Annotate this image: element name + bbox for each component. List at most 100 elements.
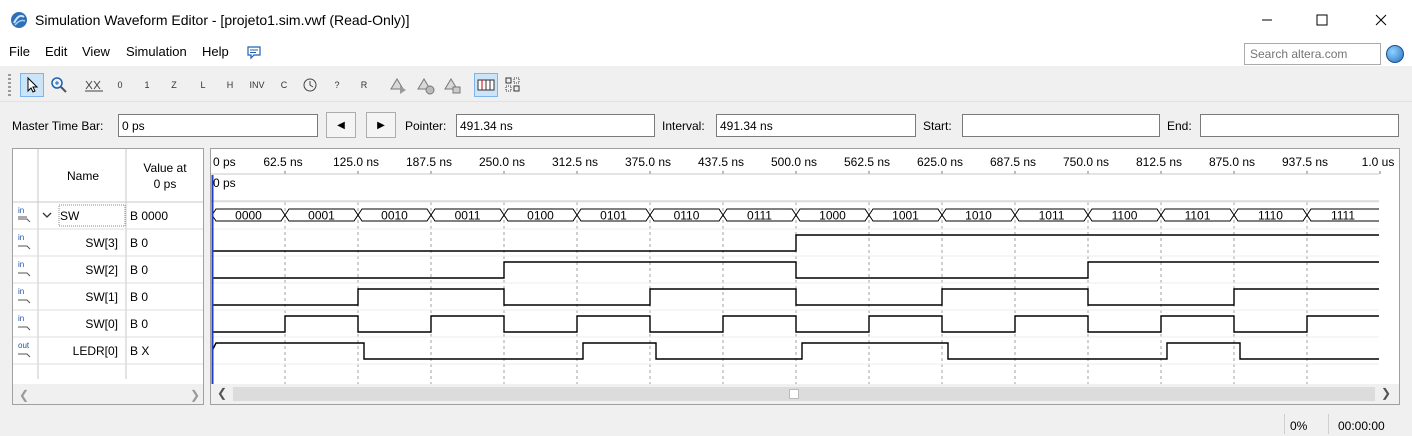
time-tick-label: 187.5 ns bbox=[406, 155, 452, 169]
pin-arrow bbox=[18, 245, 31, 250]
bus-value-label: 1110 bbox=[1258, 209, 1283, 223]
count-value-button[interactable]: C bbox=[272, 73, 296, 97]
bus-value-label: 1000 bbox=[819, 209, 846, 223]
force-high-impedance-button[interactable]: Z bbox=[162, 73, 186, 97]
signal-name: SW[0] bbox=[85, 317, 118, 331]
netlist-icon bbox=[444, 78, 461, 94]
status-separator bbox=[1328, 414, 1329, 434]
time-tick-label: 375.0 ns bbox=[625, 155, 671, 169]
arbitrary-value-button[interactable]: R bbox=[352, 73, 376, 97]
signal-row-sw1[interactable]: in SW[1] B 0 bbox=[13, 287, 203, 311]
waveform-sw0[interactable] bbox=[212, 315, 1379, 333]
time-tick-label: 500.0 ns bbox=[771, 155, 817, 169]
force-l-label: L bbox=[200, 80, 206, 90]
pointer-label: Pointer: bbox=[405, 119, 447, 133]
run-functional-simulation-button[interactable] bbox=[386, 73, 410, 97]
globe-icon[interactable] bbox=[1386, 45, 1404, 63]
signal-list: Name Value at 0 ps in SW B 0000 in SW[3] B 0 in SW… bbox=[13, 149, 203, 404]
toolbar-grip[interactable] bbox=[8, 74, 11, 96]
menu-file[interactable]: File bbox=[9, 44, 30, 59]
grid-settings-button[interactable] bbox=[501, 73, 525, 97]
scroll-left-icon[interactable]: ❮ bbox=[19, 388, 29, 402]
waveform-sw2[interactable] bbox=[212, 261, 1379, 279]
signal-value: B 0 bbox=[130, 317, 148, 331]
signal-row-sw[interactable]: in SW B 0000 bbox=[13, 204, 203, 230]
interval-field[interactable]: 491.34 ns bbox=[716, 114, 916, 137]
signal-value: B X bbox=[130, 344, 149, 358]
invert-button[interactable]: INV bbox=[245, 73, 269, 97]
menu-simulation[interactable]: Simulation bbox=[126, 44, 187, 59]
time-tick-label: 1.0 us bbox=[1362, 155, 1395, 169]
chevron-down-icon[interactable] bbox=[42, 212, 52, 218]
waveform-ledr0[interactable] bbox=[211, 342, 1379, 360]
signal-value: B 0 bbox=[130, 236, 148, 250]
toolbar: 0 1 Z L H INV C ? R bbox=[0, 68, 1412, 102]
minimize-button[interactable] bbox=[1238, 0, 1296, 40]
feedback-icon[interactable] bbox=[246, 45, 262, 60]
start-field[interactable] bbox=[962, 114, 1160, 137]
input-pin-icon: in bbox=[18, 260, 31, 277]
bus-value-label: 0100 bbox=[527, 209, 554, 223]
waveform-sw3[interactable] bbox=[212, 234, 1379, 252]
force-high-button[interactable]: 1 bbox=[135, 73, 159, 97]
forcing-clock-button[interactable] bbox=[298, 73, 322, 97]
signal-name: SW bbox=[60, 209, 80, 223]
count-value-label: C bbox=[280, 80, 288, 90]
scroll-thumb[interactable] bbox=[789, 389, 799, 399]
force-z-label: Z bbox=[171, 80, 177, 90]
time-tick-label: 875.0 ns bbox=[1209, 155, 1255, 169]
force-low-button[interactable]: 0 bbox=[108, 73, 132, 97]
force-unknown-icon bbox=[85, 80, 103, 92]
force-weak-high-button[interactable]: H bbox=[218, 73, 242, 97]
signal-row-sw0[interactable]: in SW[0] B 0 bbox=[13, 314, 203, 338]
cursor-arrow-icon bbox=[27, 76, 39, 93]
zoom-tool-button[interactable] bbox=[47, 73, 71, 97]
bus-value-label: 0011 bbox=[455, 209, 481, 223]
waveform-horizontal-scrollbar[interactable]: ❮ ❯ bbox=[211, 384, 1399, 404]
pin-arrow bbox=[18, 299, 31, 304]
end-label: End: bbox=[1167, 119, 1192, 133]
time-tick-label: 437.5 ns bbox=[698, 155, 744, 169]
generate-netlist-button[interactable] bbox=[440, 73, 464, 97]
menu-view[interactable]: View bbox=[82, 44, 110, 59]
previous-transition-button[interactable]: ◀ bbox=[326, 112, 356, 138]
run-timing-simulation-button[interactable] bbox=[413, 73, 437, 97]
signal-row-ledr0[interactable]: out LEDR[0] B X bbox=[13, 341, 203, 365]
scroll-left-icon[interactable]: ❮ bbox=[217, 386, 227, 400]
maximize-button[interactable] bbox=[1293, 0, 1351, 40]
value-column-header: Value at bbox=[143, 161, 187, 175]
bus-value-label: 1001 bbox=[892, 209, 919, 223]
time-tick-label: 562.5 ns bbox=[844, 155, 890, 169]
invert-label: INV bbox=[249, 80, 265, 90]
pointer-field[interactable]: 491.34 ns bbox=[456, 114, 655, 137]
signal-name: SW[3] bbox=[85, 236, 118, 250]
interval-label: Interval: bbox=[662, 119, 705, 133]
force-low-label: 0 bbox=[117, 80, 123, 90]
signal-list-scrollbar[interactable] bbox=[13, 384, 203, 404]
scroll-right-icon[interactable]: ❯ bbox=[1381, 386, 1391, 400]
master-time-bar-field[interactable]: 0 ps bbox=[118, 114, 318, 137]
search-input[interactable] bbox=[1244, 43, 1381, 65]
selection-tool-button[interactable] bbox=[20, 73, 44, 97]
snap-to-grid-button[interactable] bbox=[474, 73, 498, 97]
close-button[interactable] bbox=[1352, 0, 1410, 40]
scroll-right-icon[interactable]: ❯ bbox=[190, 388, 200, 402]
next-transition-button[interactable]: ▶ bbox=[366, 112, 396, 138]
waveform-sw1[interactable] bbox=[212, 288, 1379, 306]
signal-row-sw2[interactable]: in SW[2] B 0 bbox=[13, 260, 203, 284]
force-unknown-button[interactable] bbox=[82, 73, 106, 97]
end-field[interactable] bbox=[1200, 114, 1399, 137]
menu-edit[interactable]: Edit bbox=[45, 44, 67, 59]
pin-arrow bbox=[18, 326, 31, 331]
input-pin-icon: in bbox=[18, 314, 31, 331]
signal-row-sw3[interactable]: in SW[3] B 0 bbox=[13, 233, 203, 257]
force-weak-low-button[interactable]: L bbox=[191, 73, 215, 97]
menu-help[interactable]: Help bbox=[202, 44, 229, 59]
time-tick-label: 62.5 ns bbox=[263, 155, 302, 169]
random-value-button[interactable]: ? bbox=[325, 73, 349, 97]
signal-name: SW[2] bbox=[85, 263, 118, 277]
input-bus-icon: in bbox=[18, 206, 31, 223]
scroll-track[interactable] bbox=[233, 387, 1375, 401]
waveform-display[interactable]: 0 ps 62.5 ns 125.0 ns 187.5 ns 250.0 ns 312.5… bbox=[211, 149, 1399, 384]
input-pin-icon: in bbox=[18, 287, 31, 304]
